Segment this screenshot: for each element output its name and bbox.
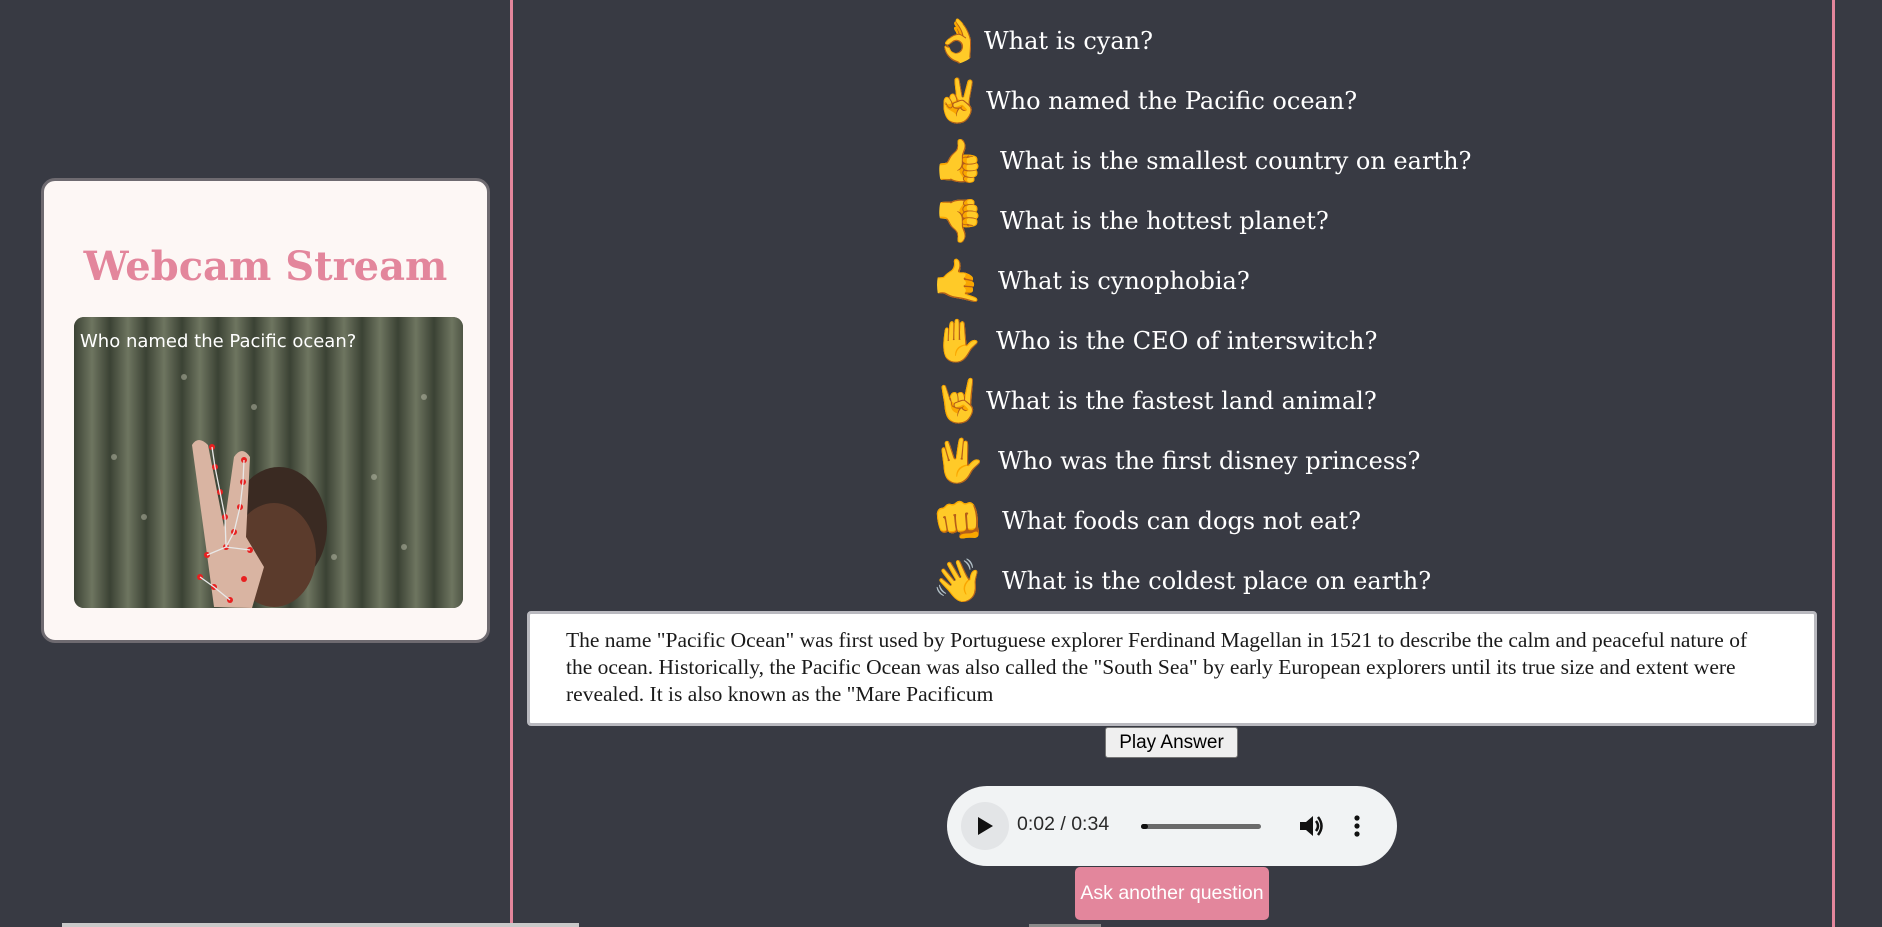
question-text: What is cynophobia? — [998, 267, 1250, 295]
waving-hand-icon: 👋 — [932, 556, 985, 605]
thumbs-down-icon: 👎 — [932, 196, 985, 245]
raised-hand-icon: ✋ — [932, 316, 985, 365]
vulcan-salute-icon: 🖖 — [932, 436, 985, 485]
thumbs-up-icon: 👍 — [932, 136, 985, 185]
question-text: Who named the Pacific ocean? — [986, 87, 1358, 115]
victory-hand-icon: ✌ — [932, 76, 985, 125]
webcam-title: Webcam Stream — [83, 243, 448, 290]
question-text: What is the coldest place on earth? — [1002, 567, 1432, 595]
question-item[interactable]: 👊 What foods can dogs not eat? — [932, 494, 1361, 548]
question-text: Who was the first disney princess? — [998, 447, 1421, 475]
audio-player: 0:02 / 0:34 — [947, 786, 1397, 866]
webcam-frame-image — [74, 317, 463, 608]
question-text: Who is the CEO of interswitch? — [996, 327, 1378, 355]
horizontal-scrollbar[interactable] — [62, 923, 579, 927]
question-text: What is cyan? — [984, 27, 1153, 55]
answer-textarea[interactable]: The name "Pacific Ocean" was first used … — [527, 611, 1817, 726]
question-text: What is the fastest land animal? — [986, 387, 1377, 415]
audio-progress-fill — [1141, 824, 1149, 829]
audio-time: 0:02 / 0:34 — [1017, 813, 1110, 835]
audio-progress-bar[interactable] — [1141, 824, 1261, 829]
ask-another-question-button[interactable]: Ask another question — [1075, 867, 1269, 920]
webcam-video: Who named the Pacific ocean? — [74, 317, 463, 608]
webcam-card: Webcam Stream Who named the Pacific ocea… — [41, 178, 490, 643]
question-item[interactable]: ✌ Who named the Pacific ocean? — [932, 74, 1357, 128]
webcam-overlay-text: Who named the Pacific ocean? — [80, 331, 357, 352]
question-item[interactable]: 👋 What is the coldest place on earth? — [932, 554, 1431, 608]
volume-icon[interactable] — [1297, 812, 1325, 840]
question-item[interactable]: 🤙 What is cynophobia? — [932, 254, 1250, 308]
question-item[interactable]: 🖖 Who was the first disney princess? — [932, 434, 1420, 488]
more-options-icon[interactable] — [1350, 812, 1364, 840]
question-item[interactable]: 👌 What is cyan? — [932, 14, 1153, 68]
question-text: What foods can dogs not eat? — [1002, 507, 1361, 535]
horns-hand-icon: 🤘 — [932, 376, 985, 425]
question-item[interactable]: 🤘 What is the fastest land animal? — [932, 374, 1377, 428]
question-item[interactable]: 👍 What is the smallest country on earth? — [932, 134, 1471, 188]
play-icon[interactable] — [961, 802, 1009, 850]
fist-icon: 👊 — [932, 496, 985, 545]
question-text: What is the hottest planet? — [1000, 207, 1329, 235]
question-item[interactable]: ✋ Who is the CEO of interswitch? — [932, 314, 1377, 368]
question-item[interactable]: 👎 What is the hottest planet? — [932, 194, 1329, 248]
play-answer-button[interactable]: Play Answer — [1105, 727, 1238, 758]
call-me-hand-icon: 🤙 — [932, 256, 985, 305]
ok-hand-icon: 👌 — [932, 16, 985, 65]
question-text: What is the smallest country on earth? — [1000, 147, 1472, 175]
